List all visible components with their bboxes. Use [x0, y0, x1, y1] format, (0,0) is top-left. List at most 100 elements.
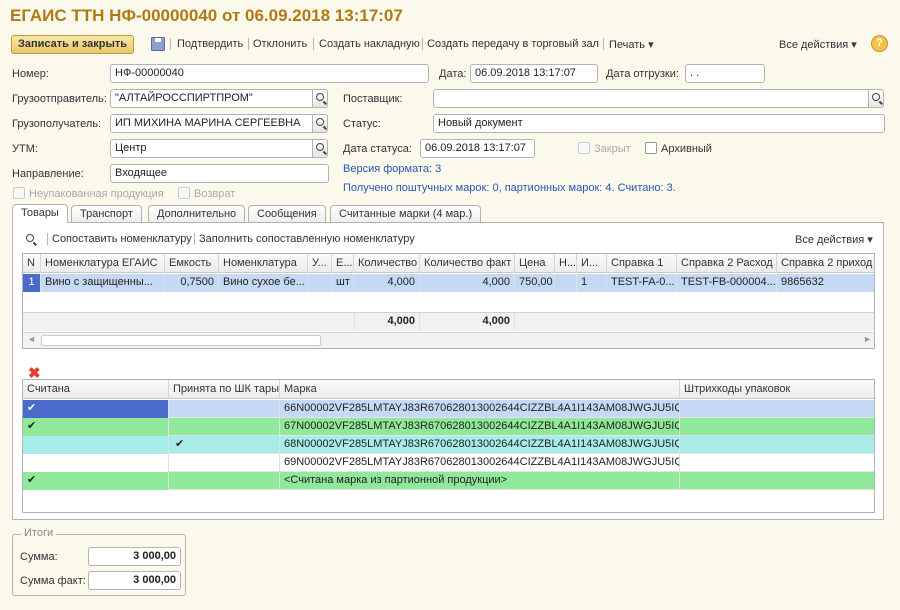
- package-codes-cell: [680, 436, 874, 454]
- column-header[interactable]: И...: [577, 254, 607, 273]
- totals-group: Итоги Сумма: 3 000,00 Сумма факт: 3 000,…: [12, 527, 186, 596]
- mark-cell: 67N00002VF285LMTAYJ83R670628013002644CIZ…: [280, 418, 680, 436]
- column-header[interactable]: Е...: [332, 254, 354, 273]
- table-row[interactable]: ✔ 67N00002VF285LMTAYJ83R670628013002644CI…: [23, 418, 874, 436]
- column-header[interactable]: Справка 1: [607, 254, 677, 273]
- consignee-select-button[interactable]: [312, 114, 328, 133]
- mark-cell: <Считана марка из партионной продукции>: [280, 472, 680, 490]
- date-field[interactable]: 06.09.2018 13:17:07: [470, 64, 598, 83]
- marks-table: Считана Принята по ШК тары Марка Штрихко…: [22, 379, 875, 513]
- column-header[interactable]: Считана: [23, 380, 169, 399]
- horizontal-scrollbar[interactable]: ◄ ►: [23, 332, 874, 348]
- column-header[interactable]: Емкость: [165, 254, 219, 273]
- tab-messages[interactable]: Сообщения: [248, 205, 326, 222]
- status-date-field: 06.09.2018 13:17:07: [420, 139, 535, 158]
- fill-matched-button[interactable]: Заполнить сопоставленную номенклатуру: [199, 233, 415, 245]
- utm-field[interactable]: Центр: [110, 139, 313, 158]
- table-row[interactable]: ✔ <Считана марка из партионной продукции>: [23, 472, 874, 490]
- mark-cell: 69N00002VF285LMTAYJ83R670628013002644CIZ…: [280, 454, 680, 472]
- shipper-select-button[interactable]: [312, 89, 328, 108]
- quantity-cell: 4,000: [354, 274, 420, 292]
- toolbar-separator: [47, 233, 48, 245]
- table-row[interactable]: 69N00002VF285LMTAYJ83R670628013002644CIZ…: [23, 454, 874, 472]
- table-row[interactable]: 1 Вино с защищенны... 0,7500 Вино сухое …: [23, 274, 874, 292]
- supplier-select-button[interactable]: [868, 89, 884, 108]
- scroll-right-icon[interactable]: ►: [863, 334, 872, 344]
- read-cell: ✔: [23, 472, 169, 490]
- totals-title: Итоги: [21, 527, 57, 539]
- mark-cell: 68N00002VF285LMTAYJ83R670628013002644CIZ…: [280, 436, 680, 454]
- tab-transport[interactable]: Транспорт: [71, 205, 142, 222]
- tab-additional[interactable]: Дополнительно: [148, 205, 246, 222]
- scrollbar-thumb[interactable]: [41, 335, 321, 346]
- toolbar-separator: [194, 233, 195, 245]
- column-header[interactable]: Номенклатура: [219, 254, 308, 273]
- print-menu-button[interactable]: Печать ▾: [609, 38, 654, 51]
- read-cell: [23, 436, 169, 454]
- search-icon: [316, 93, 324, 101]
- status-label: Статус:: [343, 118, 381, 130]
- confirm-button[interactable]: Подтвердить: [177, 38, 243, 50]
- accepted-cell: ✔: [169, 436, 280, 454]
- supplier-field[interactable]: [433, 89, 869, 108]
- save-and-close-button[interactable]: Записать и закрыть: [11, 35, 135, 54]
- goods-all-actions-menu[interactable]: Все действия ▾: [795, 233, 873, 246]
- tab-goods[interactable]: Товары: [12, 204, 68, 223]
- table-row[interactable]: ✔ 68N00002VF285LMTAYJ83R670628013002644CI…: [23, 436, 874, 454]
- sum-fact-label: Сумма факт:: [20, 575, 86, 587]
- column-header[interactable]: Марка: [280, 380, 680, 399]
- number-field[interactable]: НФ-00000040: [110, 64, 429, 83]
- column-header[interactable]: Количество: [354, 254, 420, 273]
- accepted-cell: [169, 418, 280, 436]
- match-nomenclature-button[interactable]: Сопоставить номенклатуру: [52, 233, 192, 245]
- utm-select-button[interactable]: [312, 139, 328, 158]
- column-header[interactable]: N: [23, 254, 41, 273]
- all-actions-menu[interactable]: Все действия ▾: [779, 38, 857, 51]
- consignee-field[interactable]: ИП МИХИНА МАРИНА СЕРГЕЕВНА: [110, 114, 313, 133]
- shipper-field[interactable]: "АЛТАЙРОССПИРТПРОМ": [110, 89, 313, 108]
- create-invoice-button[interactable]: Создать накладную: [319, 38, 420, 50]
- column-header[interactable]: Количество факт: [420, 254, 515, 273]
- sum-field: 3 000,00: [88, 547, 181, 566]
- save-icon[interactable]: [151, 37, 165, 51]
- quantity-fact-cell: 4,000: [420, 274, 515, 292]
- command-bar: Записать и закрыть Подтвердить Отклонить…: [8, 33, 892, 55]
- column-header[interactable]: Справка 2 приход: [777, 254, 874, 273]
- unit-cell: шт: [332, 274, 354, 292]
- supplier-label: Поставщик:: [343, 93, 403, 105]
- archive-checkbox[interactable]: [645, 142, 657, 154]
- read-cell: ✔: [23, 400, 169, 418]
- create-transfer-button[interactable]: Создать передачу в торговый зал: [427, 38, 599, 50]
- unpacked-checkbox[interactable]: [13, 187, 25, 199]
- return-checkbox[interactable]: [178, 187, 190, 199]
- mark-cell: 66N00002VF285LMTAYJ83R670628013002644CIZ…: [280, 400, 680, 418]
- column-header[interactable]: Принята по ШК тары: [169, 380, 280, 399]
- accepted-cell: [169, 454, 280, 472]
- accepted-cell: [169, 472, 280, 490]
- ship-date-field[interactable]: . .: [685, 64, 765, 83]
- column-header[interactable]: Штрихкоды упаковок: [680, 380, 874, 399]
- table-cell: [308, 274, 332, 292]
- number-label: Номер:: [12, 68, 49, 80]
- column-header[interactable]: Н...: [555, 254, 577, 273]
- closed-checkbox[interactable]: [578, 142, 590, 154]
- column-header[interactable]: Цена: [515, 254, 555, 273]
- status-field: Новый документ: [433, 114, 885, 133]
- column-header[interactable]: У...: [308, 254, 332, 273]
- sum-fact-field: 3 000,00: [88, 571, 181, 590]
- row-number-cell: 1: [23, 274, 41, 292]
- direction-field: Входящее: [110, 164, 329, 183]
- tab-read-marks[interactable]: Считанные марки (4 мар.): [330, 205, 482, 222]
- quantity-total-cell: 4,000: [354, 313, 420, 331]
- date-label: Дата:: [439, 68, 467, 80]
- search-icon[interactable]: [26, 234, 34, 242]
- table-row[interactable]: ✔ 66N00002VF285LMTAYJ83R670628013002644CI…: [23, 400, 874, 418]
- help-icon[interactable]: ?: [871, 35, 888, 52]
- toolbar-separator: [248, 38, 249, 50]
- scroll-left-icon[interactable]: ◄: [27, 334, 36, 344]
- reject-button[interactable]: Отклонить: [253, 38, 307, 50]
- column-header[interactable]: Справка 2 Расход: [677, 254, 777, 273]
- column-header[interactable]: Номенклатура ЕГАИС: [41, 254, 165, 273]
- package-codes-cell: [680, 418, 874, 436]
- return-label: Возврат: [194, 188, 236, 200]
